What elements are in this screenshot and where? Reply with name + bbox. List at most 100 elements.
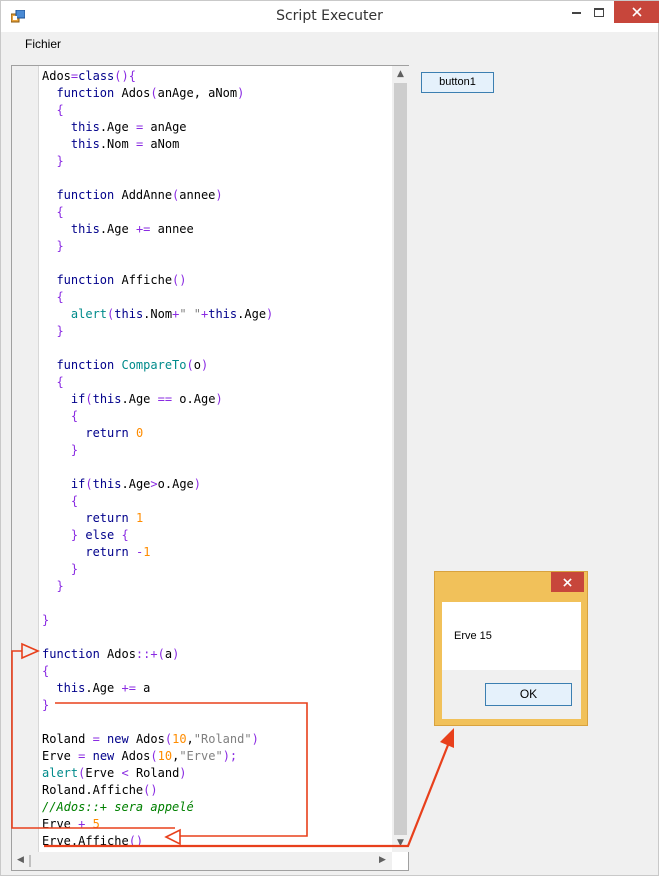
code-token: Erve.Affiche [42, 834, 129, 848]
code-token: o.Age [172, 392, 216, 406]
vertical-scroll-thumb[interactable] [394, 83, 407, 835]
code-token: return [85, 426, 129, 440]
code-token: } [56, 324, 64, 338]
maximize-icon [594, 7, 604, 17]
code-token: { [42, 664, 50, 678]
code-line: } [42, 153, 273, 170]
code-token: function [56, 86, 115, 100]
code-token: alert [70, 307, 108, 321]
code-line: { [42, 102, 273, 119]
code-line: { [42, 289, 273, 306]
code-line: function AddAnne(annee) [42, 187, 273, 204]
code-token: a [164, 647, 173, 661]
code-token: } [42, 698, 50, 712]
code-token: .Nom [143, 307, 173, 321]
code-token: Erve [42, 817, 79, 831]
code-token: { [121, 528, 129, 542]
code-token: ) [215, 188, 223, 202]
close-icon [631, 7, 642, 17]
code-token: 0 [135, 426, 144, 440]
code-line: { [42, 663, 273, 680]
code-line: function CompareTo(o) [42, 357, 273, 374]
code-token: Erve [42, 749, 79, 763]
code-line: this.Age += a [42, 680, 273, 697]
code-token: function [56, 188, 115, 202]
code-token: CompareTo [121, 358, 187, 372]
code-token: ( [85, 477, 93, 491]
maximize-button[interactable] [584, 1, 614, 23]
ok-button[interactable]: OK [485, 683, 572, 706]
code-area[interactable]: Ados=class(){ function Ados(anAge, aNom)… [42, 68, 273, 850]
code-token: .Age [85, 681, 122, 695]
code-token: "Erve" [179, 749, 223, 763]
code-line: } [42, 612, 273, 629]
line-gutter [12, 66, 39, 852]
code-line: } [42, 442, 273, 459]
close-icon [563, 577, 572, 587]
alert-body: Erve 15 [442, 602, 581, 670]
main-window: Script Executer Fichier Ados=class(){ fu… [0, 0, 659, 876]
code-token: return [85, 511, 129, 525]
title-bar[interactable]: Script Executer [1, 1, 659, 32]
code-token: { [56, 103, 64, 117]
code-token: function [56, 358, 115, 372]
code-line: } [42, 561, 273, 578]
code-token: { [56, 290, 64, 304]
code-line: } [42, 323, 273, 340]
code-token: o.Age [157, 477, 194, 491]
scroll-right-icon[interactable]: ▶ [374, 852, 391, 869]
horizontal-scroll-thumb[interactable] [29, 855, 31, 867]
code-token: this [70, 120, 100, 134]
menu-file[interactable]: Fichier [17, 36, 69, 52]
code-token: { [70, 409, 79, 423]
code-token: anAge, aNom [157, 86, 238, 100]
button1[interactable]: button1 [421, 72, 494, 93]
scroll-down-icon[interactable]: ▼ [392, 835, 409, 852]
code-token: () [143, 783, 158, 797]
code-token: this [208, 307, 238, 321]
code-token: if [70, 392, 86, 406]
code-line: { [42, 374, 273, 391]
code-token: { [70, 494, 79, 508]
code-token: { [56, 205, 64, 219]
code-token: ( [164, 732, 173, 746]
code-token: (){ [114, 69, 136, 83]
code-token: ( [150, 749, 158, 763]
code-token: 5 [92, 817, 100, 831]
code-token: new [107, 732, 129, 746]
code-token: ) [237, 86, 245, 100]
code-token: this [114, 307, 144, 321]
close-button[interactable] [614, 1, 659, 23]
code-token: } [56, 579, 64, 593]
vertical-scrollbar[interactable]: ▲ ▼ [392, 66, 409, 852]
code-token: < [121, 766, 129, 780]
code-token: Ados [42, 69, 71, 83]
scroll-left-icon[interactable]: ◀ [12, 852, 29, 869]
code-line: if(this.Age>o.Age) [42, 476, 273, 493]
code-line: } [42, 238, 273, 255]
code-token: Roland.Affiche [42, 783, 144, 797]
alert-close-button[interactable] [551, 572, 584, 592]
code-token: this [70, 222, 100, 236]
script-editor[interactable]: Ados=class(){ function Ados(anAge, aNom)… [11, 65, 409, 871]
code-token: this [92, 477, 122, 491]
code-token: Ados [99, 647, 136, 661]
code-token: ) [200, 358, 209, 372]
scroll-up-icon[interactable]: ▲ [392, 66, 409, 83]
code-token: AddAnne [114, 188, 173, 202]
horizontal-scrollbar[interactable]: ◀ ▶ [12, 852, 392, 870]
